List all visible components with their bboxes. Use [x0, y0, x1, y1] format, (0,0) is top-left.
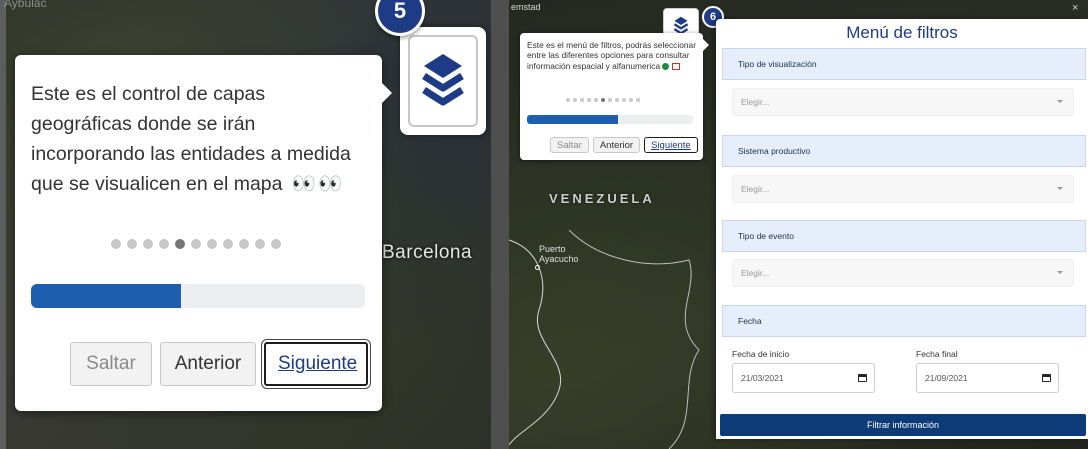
- step-dot[interactable]: [159, 239, 169, 249]
- section-event-type: Tipo de evento: [722, 220, 1086, 252]
- tour-popover: Este es el control de capas geográficas …: [15, 55, 392, 411]
- map-label-country: VENEZUELA: [549, 191, 655, 206]
- skip-button[interactable]: Saltar: [550, 137, 589, 153]
- select-placeholder: Elegir...: [741, 268, 770, 278]
- filter-submit-button[interactable]: Filtrar información: [720, 414, 1086, 436]
- step-dot[interactable]: [239, 239, 249, 249]
- step-dot[interactable]: [255, 239, 265, 249]
- production-system-select[interactable]: Elegir...: [732, 175, 1074, 203]
- step-indicator: [566, 98, 640, 102]
- chevron-down-icon: [1057, 271, 1063, 274]
- step-dot[interactable]: [223, 239, 233, 249]
- city-marker: [535, 265, 540, 270]
- next-button[interactable]: Siguiente: [644, 137, 698, 153]
- step-dot[interactable]: [608, 98, 612, 102]
- start-date-input[interactable]: 21/03/2021: [732, 363, 875, 393]
- calendar-icon[interactable]: [1042, 374, 1051, 382]
- section-date: Fecha: [722, 305, 1086, 337]
- select-placeholder: Elegir...: [741, 97, 770, 107]
- tour-buttons: Saltar Anterior Siguiente: [70, 342, 368, 386]
- close-icon[interactable]: ×: [1072, 2, 1078, 14]
- globe-icon: [662, 63, 670, 71]
- next-button[interactable]: Siguiente: [264, 342, 368, 386]
- end-date-input[interactable]: 21/09/2021: [916, 363, 1059, 393]
- map-label-corner: emstad: [511, 2, 541, 12]
- visualization-type-select[interactable]: Elegir...: [732, 88, 1074, 116]
- map-label-corner: Aybulac: [4, 0, 47, 10]
- step-dot[interactable]: [636, 98, 640, 102]
- tour-text: Este es el control de capas geográficas …: [31, 79, 371, 199]
- tour-text: Este es el menú de filtros, podrás selec…: [527, 40, 696, 71]
- step-dot[interactable]: [143, 239, 153, 249]
- end-date-value: 21/09/2021: [925, 373, 968, 383]
- layers-icon: [422, 54, 464, 106]
- step-dot-active[interactable]: [175, 239, 185, 249]
- eyes-icon: 👀👀: [291, 173, 345, 195]
- previous-button[interactable]: Anterior: [160, 342, 256, 386]
- map-label-city: Puerto Ayacucho: [539, 244, 579, 264]
- tour-popover-small: Este es el menú de filtros, podrás selec…: [520, 33, 709, 160]
- tour-screens: Aybulac Barcelona 5 Este es el control d…: [0, 0, 1088, 449]
- step-indicator: [111, 239, 281, 249]
- step-dot[interactable]: [587, 98, 591, 102]
- progress-fill: [527, 115, 619, 124]
- end-date-label: Fecha final: [916, 349, 958, 359]
- step-dot[interactable]: [191, 239, 201, 249]
- step-dot[interactable]: [629, 98, 633, 102]
- start-date-label: Fecha de inicio: [732, 349, 790, 359]
- step-dot[interactable]: [580, 98, 584, 102]
- map-label-barcelona: Barcelona: [382, 242, 473, 263]
- step-dot[interactable]: [594, 98, 598, 102]
- layers-control-button[interactable]: [400, 27, 486, 135]
- step-dot[interactable]: [622, 98, 626, 102]
- progress-fill: [31, 284, 182, 308]
- chart-icon: [671, 63, 680, 71]
- previous-button[interactable]: Anterior: [592, 137, 641, 153]
- step-dot[interactable]: [271, 239, 281, 249]
- start-date-value: 21/03/2021: [741, 373, 784, 383]
- section-visualization-type: Tipo de visualización: [722, 48, 1086, 80]
- calendar-icon[interactable]: [858, 374, 867, 382]
- skip-button[interactable]: Saltar: [70, 342, 152, 386]
- tour-progress-bar: [527, 115, 693, 124]
- map-edge: [0, 0, 6, 449]
- tour-buttons: Saltar Anterior Siguiente: [550, 137, 698, 153]
- step-dot[interactable]: [573, 98, 577, 102]
- section-production-system: Sistema productivo: [722, 135, 1086, 167]
- step-dot[interactable]: [566, 98, 570, 102]
- step-dot-active[interactable]: [601, 98, 605, 102]
- step-dot[interactable]: [615, 98, 619, 102]
- tour-progress-bar: [31, 284, 365, 308]
- filters-menu: Menú de filtros Tipo de visualización El…: [716, 19, 1088, 439]
- screen-divider: [491, 0, 509, 449]
- chevron-down-icon: [1057, 187, 1063, 190]
- event-type-select[interactable]: Elegir...: [732, 259, 1074, 287]
- step-dot[interactable]: [127, 239, 137, 249]
- step-dot[interactable]: [111, 239, 121, 249]
- step-dot[interactable]: [207, 239, 217, 249]
- chevron-down-icon: [1057, 100, 1063, 103]
- select-placeholder: Elegir...: [741, 184, 770, 194]
- filters-title: Menú de filtros: [846, 23, 958, 42]
